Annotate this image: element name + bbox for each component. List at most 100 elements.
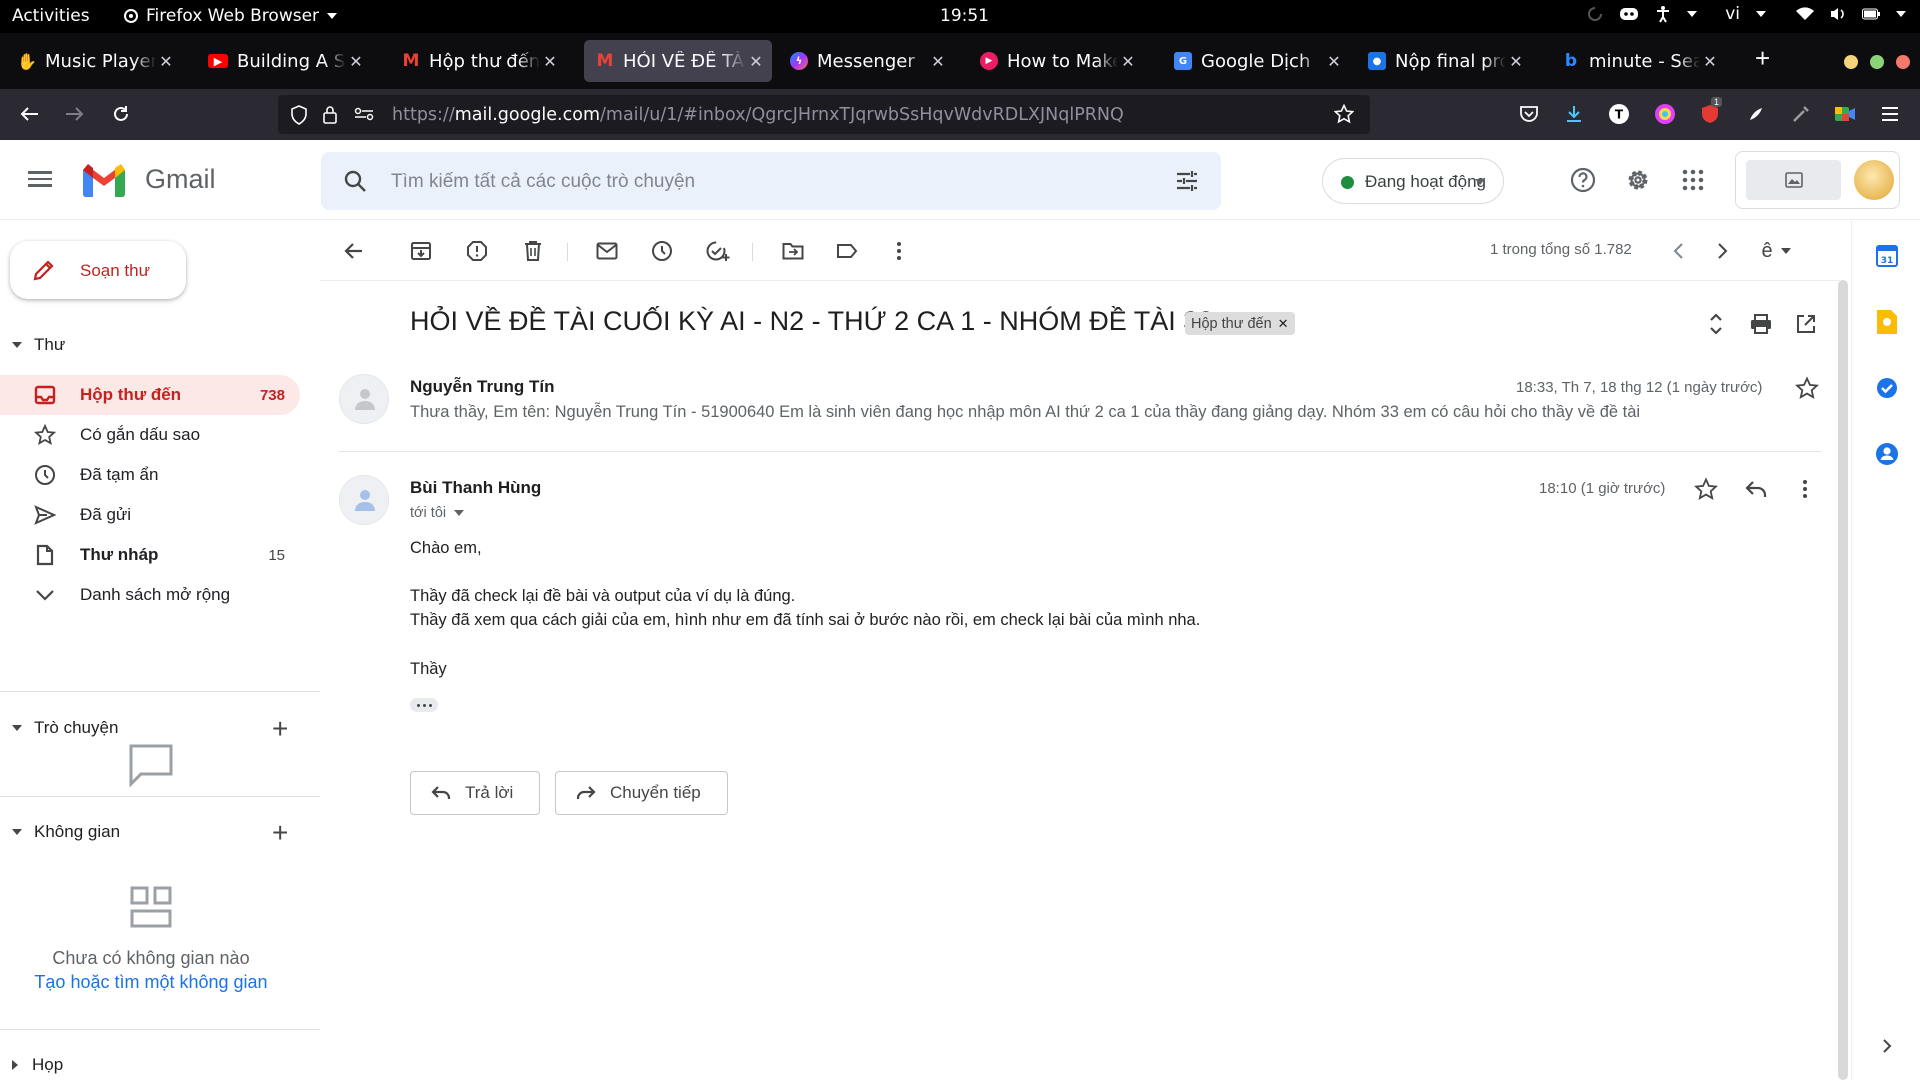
permissions-icon[interactable]	[354, 107, 374, 121]
back-to-inbox-icon[interactable]	[340, 238, 366, 264]
search-icon[interactable]	[343, 169, 367, 193]
back-arrow-icon[interactable]	[16, 101, 42, 127]
spaces-section-header[interactable]: Không gian +	[0, 817, 288, 848]
discord-icon[interactable]	[1619, 6, 1639, 22]
status-selector[interactable]: Đang hoạt động	[1322, 158, 1504, 204]
extension-google-meet-icon[interactable]	[1832, 101, 1858, 127]
forward-button[interactable]: Chuyển tiếp	[555, 771, 728, 815]
color-picker-extension-icon[interactable]	[1652, 101, 1678, 127]
delete-trash-icon[interactable]	[520, 238, 546, 264]
older-chevron-right-icon[interactable]	[1710, 238, 1736, 264]
new-chat-plus-icon[interactable]: +	[272, 713, 288, 745]
recipient-details[interactable]: tới tôi	[410, 505, 465, 521]
search-options-icon[interactable]	[1175, 170, 1199, 192]
sender-name[interactable]: Nguyễn Trung Tín	[410, 377, 555, 397]
clock[interactable]: 19:51	[940, 6, 989, 26]
forward-arrow-icon[interactable]	[62, 101, 88, 127]
help-icon[interactable]	[1568, 165, 1598, 195]
extension-eyedropper-icon[interactable]	[1788, 101, 1814, 127]
calendar-app-icon[interactable]: 31	[1874, 243, 1900, 269]
maximize-icon[interactable]	[1870, 55, 1884, 69]
sync-icon[interactable]	[1587, 6, 1603, 22]
more-options-vertical-icon[interactable]	[886, 238, 912, 264]
wifi-icon[interactable]	[1796, 7, 1814, 21]
pocket-icon[interactable]	[1516, 101, 1542, 127]
tab-gmail-inbox[interactable]: M Hộp thư đến (738) ✕	[390, 40, 566, 82]
print-icon[interactable]	[1748, 311, 1774, 337]
input-language[interactable]: vi	[1725, 4, 1740, 24]
keep-app-icon[interactable]	[1874, 309, 1900, 335]
tab-close-icon[interactable]: ✕	[1506, 52, 1526, 71]
ublock-extension-icon[interactable]: 1	[1697, 97, 1723, 127]
tasks-app-icon[interactable]	[1874, 375, 1900, 401]
avatar[interactable]	[1854, 160, 1894, 200]
chat-section-header[interactable]: Trò chuyện +	[0, 713, 288, 744]
tab-google-translate[interactable]: G Google Dịch ✕	[1162, 40, 1350, 82]
star-icon[interactable]	[1694, 477, 1718, 501]
language-caret-icon[interactable]	[1756, 11, 1766, 17]
minimize-icon[interactable]	[1844, 55, 1858, 69]
volume-icon[interactable]	[1830, 7, 1846, 21]
tab-close-icon[interactable]: ✕	[156, 52, 176, 71]
activities-button[interactable]: Activities	[12, 6, 90, 26]
scrollbar[interactable]	[1838, 280, 1848, 1080]
main-menu-icon[interactable]	[28, 168, 52, 192]
show-trimmed-content-button[interactable]	[410, 698, 438, 712]
tab-youtube[interactable]: ▶ Building A Star Rating ✕	[196, 40, 372, 82]
snooze-clock-icon[interactable]	[649, 238, 675, 264]
tab-current-email[interactable]: M HỎI VỀ ĐỀ TÀI ✕	[584, 40, 772, 82]
lock-icon[interactable]	[322, 104, 338, 124]
sidebar-item-drafts[interactable]: Thư nháp 15	[0, 535, 300, 575]
sidebar-item-more[interactable]: Danh sách mở rộng	[0, 575, 300, 615]
accessibility-icon[interactable]	[1655, 5, 1671, 23]
tab-close-icon[interactable]: ✕	[928, 52, 948, 71]
close-window-icon[interactable]	[1896, 55, 1910, 69]
search-bar[interactable]: Tìm kiếm tất cả các cuộc trò chuyện	[321, 152, 1221, 210]
sidebar-item-snoozed[interactable]: Đã tạm ẩn	[0, 455, 300, 495]
newer-chevron-left-icon[interactable]	[1665, 238, 1691, 264]
mark-unread-icon[interactable]	[594, 238, 620, 264]
tab-bing-search[interactable]: b minute - Search ✕	[1550, 40, 1726, 82]
tab-close-icon[interactable]: ✕	[346, 52, 366, 71]
add-to-tasks-icon[interactable]	[705, 238, 731, 264]
inbox-label-chip[interactable]: Hộp thư đến ✕	[1185, 312, 1295, 335]
settings-gear-icon[interactable]	[1623, 165, 1653, 195]
browser-menu-icon[interactable]	[1877, 101, 1903, 127]
bookmark-star-icon[interactable]	[1334, 104, 1354, 124]
tab-final-project[interactable]: ● Nộp final project ✕	[1356, 40, 1532, 82]
app-menu[interactable]: Firefox Web Browser	[124, 6, 338, 26]
tab-close-icon[interactable]: ✕	[1118, 52, 1138, 71]
expand-all-icon[interactable]	[1703, 311, 1729, 337]
url-bar[interactable]: https://mail.google.com/mail/u/1/#inbox/…	[278, 95, 1370, 134]
reply-icon[interactable]	[1745, 480, 1767, 498]
account-switcher[interactable]	[1735, 151, 1900, 209]
sender-name[interactable]: Bùi Thanh Hùng	[410, 478, 541, 498]
tab-music-player[interactable]: ✋ Music Player App ✕	[6, 40, 182, 82]
tab-how-to-make[interactable]: ▶ How to Make a ✕	[968, 40, 1144, 82]
tab-close-icon[interactable]: ✕	[746, 52, 766, 71]
avatar[interactable]	[339, 374, 389, 424]
sidebar-item-starred[interactable]: Có gắn dấu sao	[0, 415, 300, 455]
mail-section-header[interactable]: Thư	[0, 333, 65, 357]
archive-icon[interactable]	[408, 238, 434, 264]
report-spam-icon[interactable]	[464, 238, 490, 264]
tracking-shield-icon[interactable]	[290, 105, 308, 125]
create-space-link[interactable]: Tạo hoặc tìm một không gian	[0, 972, 302, 993]
battery-icon[interactable]	[1862, 8, 1880, 20]
contacts-app-icon[interactable]	[1874, 441, 1900, 467]
tab-messenger[interactable]: ϟ Messenger ✕	[778, 40, 954, 82]
extension-rocket-icon[interactable]	[1743, 101, 1769, 127]
new-tab-plus-icon[interactable]: +	[1755, 45, 1770, 71]
tab-close-icon[interactable]: ✕	[1324, 52, 1344, 71]
meet-section-header[interactable]: Họp	[0, 1053, 63, 1077]
tab-close-icon[interactable]: ✕	[1700, 52, 1720, 71]
system-menu-caret-icon[interactable]	[1896, 11, 1906, 17]
accessibility-caret-icon[interactable]	[1687, 11, 1698, 17]
downloads-icon[interactable]	[1561, 101, 1587, 127]
gmail-wordmark[interactable]: Gmail	[145, 164, 216, 195]
open-in-new-window-icon[interactable]	[1793, 311, 1819, 337]
search-input[interactable]: Tìm kiếm tất cả các cuộc trò chuyện	[391, 171, 695, 193]
compose-button[interactable]: Soạn thư	[10, 241, 186, 299]
avatar[interactable]	[339, 475, 389, 525]
expand-panel-chevron-right-icon[interactable]	[1874, 1033, 1900, 1059]
